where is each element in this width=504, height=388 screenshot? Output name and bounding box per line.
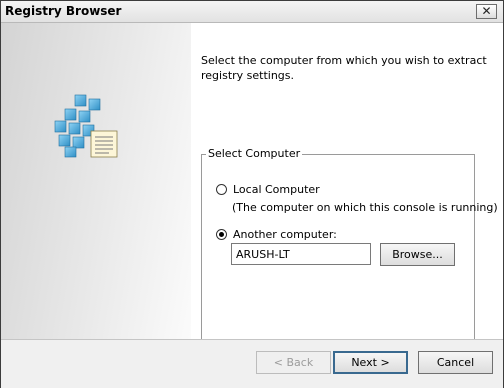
group-label: Select Computer — [206, 147, 303, 160]
another-computer-radio-button[interactable] — [216, 229, 227, 240]
local-computer-radio[interactable]: Local Computer — [216, 183, 320, 196]
title-bar: Registry Browser ✕ — [1, 1, 503, 23]
cancel-button[interactable]: Cancel — [418, 351, 493, 374]
computer-name-input[interactable] — [231, 243, 371, 265]
close-button[interactable]: ✕ — [476, 4, 497, 19]
close-icon: ✕ — [481, 4, 492, 18]
another-computer-radio[interactable]: Another computer: — [216, 228, 337, 241]
window-title: Registry Browser — [5, 4, 122, 18]
registry-browser-window: Registry Browser ✕ Select the computer f… — [0, 0, 504, 388]
back-button[interactable]: < Back — [256, 351, 331, 374]
browse-button[interactable]: Browse... — [380, 243, 455, 266]
local-computer-radio-button[interactable] — [216, 184, 227, 195]
instruction-text: Select the computer from which you wish … — [201, 54, 487, 82]
wizard-side-panel — [1, 23, 191, 339]
wizard-button-bar: < Back Next > Cancel — [1, 339, 503, 388]
next-button[interactable]: Next > — [333, 351, 408, 374]
local-computer-label: Local Computer — [233, 183, 320, 196]
registry-icon — [54, 94, 118, 158]
local-computer-description: (The computer on which this console is r… — [232, 201, 498, 214]
another-computer-label: Another computer: — [233, 228, 337, 241]
